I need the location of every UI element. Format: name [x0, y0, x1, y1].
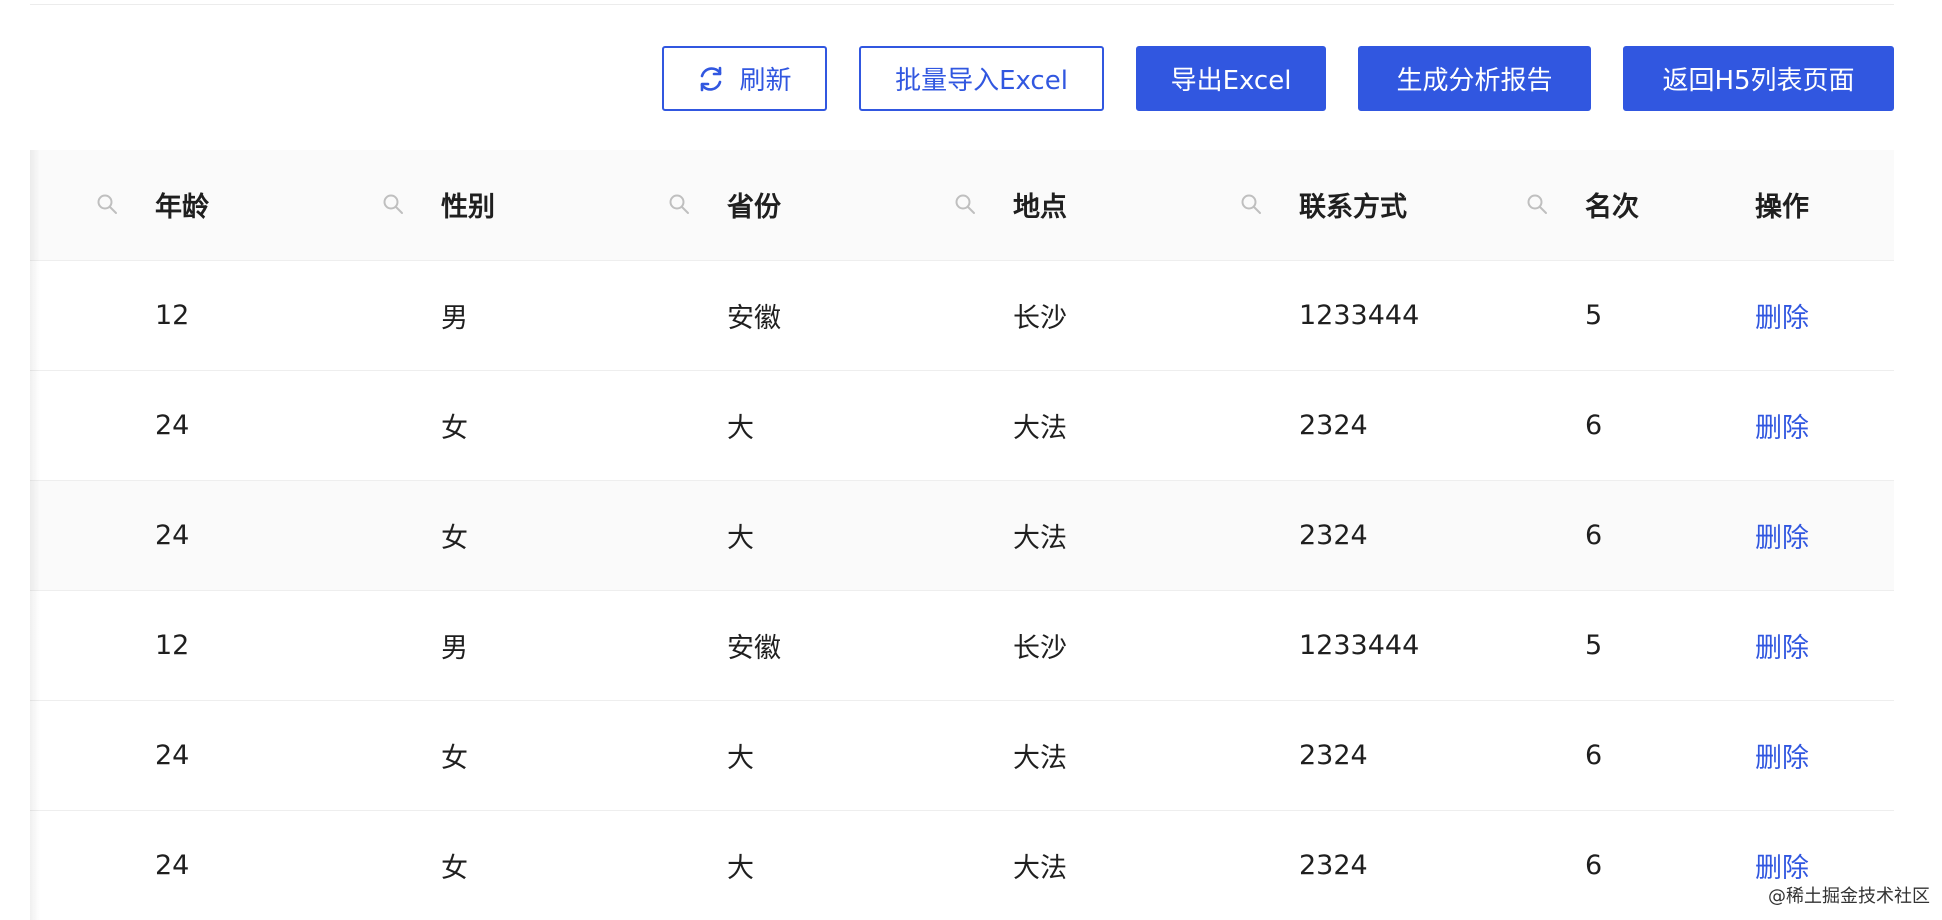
refresh-button[interactable]: 刷新 — [662, 46, 827, 111]
table-row: 24 女 大 大法 2324 6 删除 — [30, 480, 1894, 591]
search-icon[interactable] — [95, 192, 119, 216]
header-rank-label: 名次 — [1585, 192, 1639, 224]
table-row: 12 男 安徽 长沙 1233444 5 删除 — [30, 260, 1894, 371]
data-table: 年龄 性别 省份 地点 联系方式 名次 操作 12 男 安徽 长沙 123344… — [30, 150, 1894, 920]
header-gender-label: 性别 — [441, 192, 495, 224]
toolbar: 刷新 批量导入Excel 导出Excel 生成分析报告 返回H5列表页面 — [662, 46, 1894, 111]
cell-rank: 6 — [1585, 370, 1727, 481]
cell-ops: 删除 — [1727, 590, 1894, 701]
table-row: 24 女 大 大法 2324 6 删除 — [30, 810, 1894, 920]
header-contact-label: 联系方式 — [1299, 192, 1407, 224]
batch-import-excel-button[interactable]: 批量导入Excel — [859, 46, 1104, 111]
top-divider — [30, 4, 1894, 5]
row-leading-cell — [30, 810, 155, 920]
search-icon[interactable] — [667, 192, 691, 216]
refresh-label: 刷新 — [739, 66, 792, 96]
cell-ops: 删除 — [1727, 480, 1894, 591]
generate-report-button[interactable]: 生成分析报告 — [1358, 46, 1591, 111]
table-row: 12 男 安徽 长沙 1233444 5 删除 — [30, 590, 1894, 701]
header-cell-ops: 操作 — [1727, 150, 1894, 261]
data-table-container: 年龄 性别 省份 地点 联系方式 名次 操作 12 男 安徽 长沙 123344… — [30, 150, 1894, 920]
cell-rank: 6 — [1585, 480, 1727, 591]
table-row: 24 女 大 大法 2324 6 删除 — [30, 370, 1894, 481]
header-ops-label: 操作 — [1755, 192, 1809, 224]
cell-rank: 5 — [1585, 590, 1727, 701]
header-age-label: 年龄 — [155, 192, 209, 224]
cell-gender: 男 — [441, 260, 727, 371]
header-cell-rank: 名次 — [1585, 150, 1727, 261]
cell-rank: 6 — [1585, 810, 1727, 920]
header-cell-gender: 性别 — [441, 150, 727, 261]
search-icon[interactable] — [1239, 192, 1263, 216]
delete-link[interactable]: 删除 — [1755, 743, 1809, 774]
delete-link[interactable]: 删除 — [1755, 523, 1809, 554]
delete-link[interactable]: 删除 — [1755, 633, 1809, 664]
table-header-row: 年龄 性别 省份 地点 联系方式 名次 操作 — [30, 150, 1894, 261]
search-icon[interactable] — [1525, 192, 1549, 216]
cell-age: 24 — [155, 370, 441, 481]
back-to-h5-list-button[interactable]: 返回H5列表页面 — [1623, 46, 1894, 111]
cell-province: 大 — [727, 370, 1013, 481]
cell-ops: 删除 — [1727, 260, 1894, 371]
cell-province: 安徽 — [727, 260, 1013, 371]
cell-age: 24 — [155, 700, 441, 811]
cell-gender: 女 — [441, 480, 727, 591]
search-icon[interactable] — [381, 192, 405, 216]
cell-age: 24 — [155, 480, 441, 591]
cell-contact: 2324 — [1299, 810, 1585, 920]
page: 刷新 批量导入Excel 导出Excel 生成分析报告 返回H5列表页面 年龄 — [0, 0, 1942, 920]
cell-gender: 女 — [441, 700, 727, 811]
header-cell-province: 省份 — [727, 150, 1013, 261]
cell-ops: 删除 — [1727, 370, 1894, 481]
export-excel-button[interactable]: 导出Excel — [1136, 46, 1326, 111]
row-leading-cell — [30, 590, 155, 701]
cell-age: 12 — [155, 260, 441, 371]
cell-province: 大 — [727, 810, 1013, 920]
cell-contact: 2324 — [1299, 370, 1585, 481]
cell-gender: 女 — [441, 370, 727, 481]
row-leading-cell — [30, 260, 155, 371]
cell-age: 12 — [155, 590, 441, 701]
cell-rank: 6 — [1585, 700, 1727, 811]
delete-link[interactable]: 删除 — [1755, 303, 1809, 334]
header-place-label: 地点 — [1013, 192, 1067, 224]
header-cell-leading — [30, 150, 155, 261]
row-leading-cell — [30, 700, 155, 811]
cell-place: 大法 — [1013, 480, 1299, 591]
header-cell-place: 地点 — [1013, 150, 1299, 261]
cell-place: 大法 — [1013, 370, 1299, 481]
header-province-label: 省份 — [727, 192, 781, 224]
cell-contact: 1233444 — [1299, 590, 1585, 701]
refresh-icon — [697, 65, 725, 93]
search-icon[interactable] — [953, 192, 977, 216]
cell-place: 大法 — [1013, 700, 1299, 811]
watermark: @稀土掘金技术社区 — [1768, 886, 1930, 907]
cell-age: 24 — [155, 810, 441, 920]
cell-contact: 1233444 — [1299, 260, 1585, 371]
cell-contact: 2324 — [1299, 700, 1585, 811]
row-leading-cell — [30, 480, 155, 591]
cell-province: 安徽 — [727, 590, 1013, 701]
cell-province: 大 — [727, 480, 1013, 591]
delete-link[interactable]: 删除 — [1755, 853, 1809, 884]
cell-gender: 女 — [441, 810, 727, 920]
cell-contact: 2324 — [1299, 480, 1585, 591]
table-row: 24 女 大 大法 2324 6 删除 — [30, 700, 1894, 811]
cell-place: 长沙 — [1013, 260, 1299, 371]
header-cell-age: 年龄 — [155, 150, 441, 261]
cell-ops: 删除 — [1727, 700, 1894, 811]
cell-province: 大 — [727, 700, 1013, 811]
header-cell-contact: 联系方式 — [1299, 150, 1585, 261]
row-leading-cell — [30, 370, 155, 481]
cell-rank: 5 — [1585, 260, 1727, 371]
cell-gender: 男 — [441, 590, 727, 701]
cell-place: 大法 — [1013, 810, 1299, 920]
cell-place: 长沙 — [1013, 590, 1299, 701]
delete-link[interactable]: 删除 — [1755, 413, 1809, 444]
